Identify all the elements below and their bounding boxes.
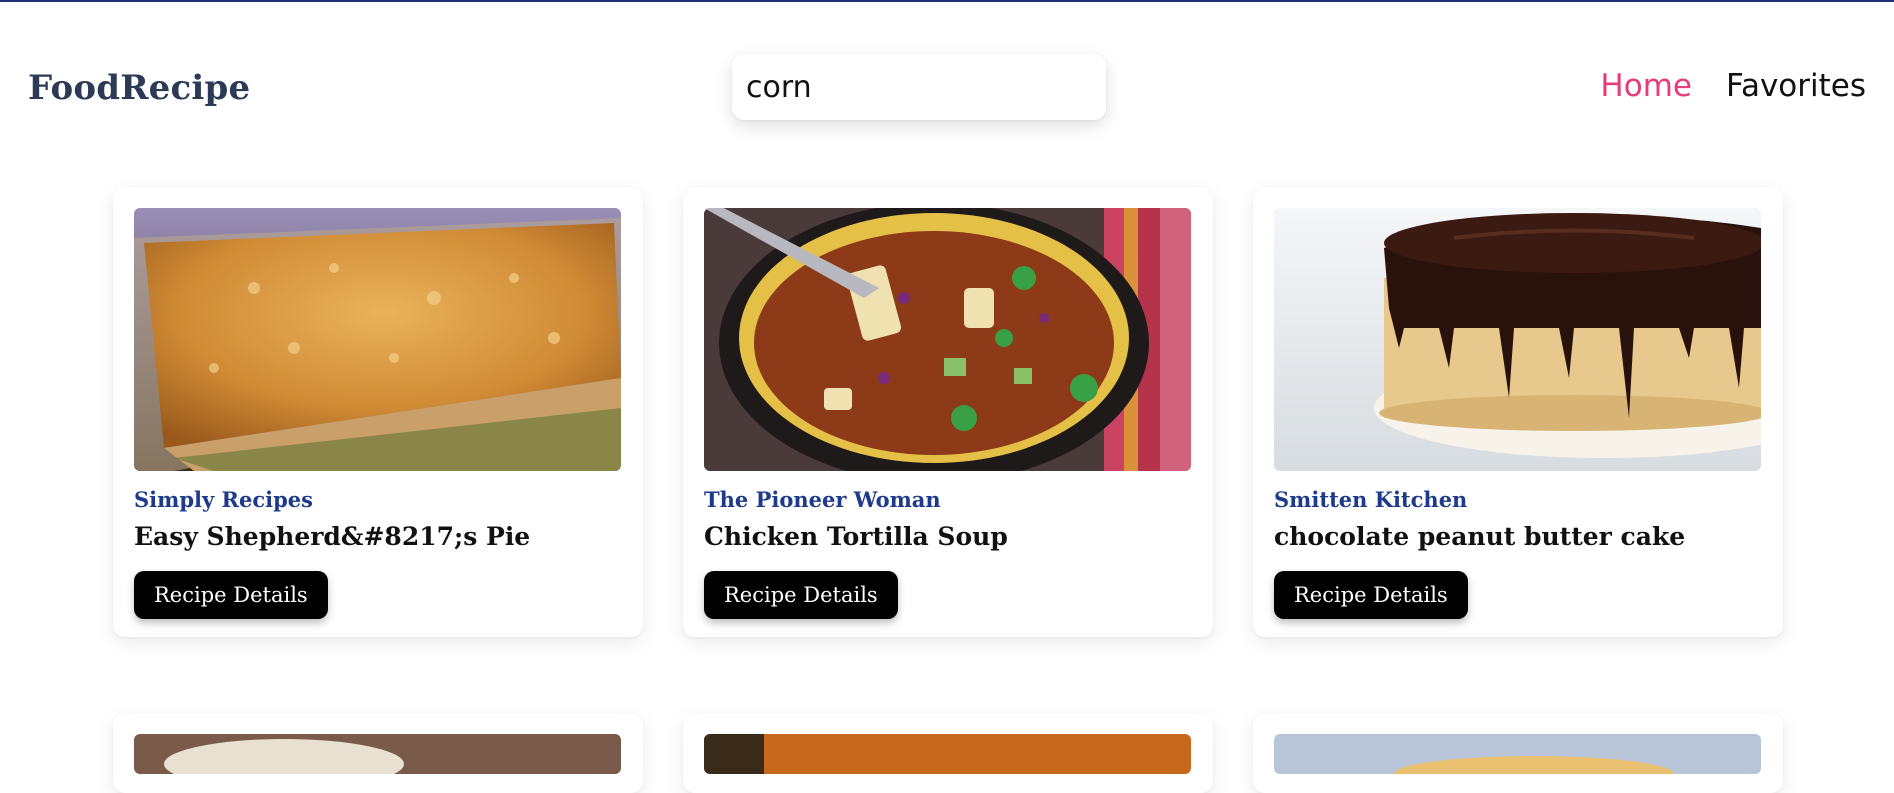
search-input[interactable] <box>732 54 1106 120</box>
recipe-grid: Simply Recipes Easy Shepherd&#8217;s Pie… <box>113 187 1783 793</box>
recipe-image <box>1274 208 1761 471</box>
recipe-details-button[interactable]: Recipe Details <box>134 571 328 619</box>
recipe-details-button[interactable]: Recipe Details <box>1274 571 1468 619</box>
recipe-publisher: Simply Recipes <box>134 487 313 512</box>
search-box[interactable] <box>732 54 1106 120</box>
recipe-card <box>1253 713 1783 793</box>
recipe-card: Simply Recipes Easy Shepherd&#8217;s Pie… <box>113 187 643 637</box>
recipe-publisher: The Pioneer Woman <box>704 487 941 512</box>
recipe-image-partial <box>1274 734 1761 774</box>
recipe-title: Easy Shepherd&#8217;s Pie <box>134 522 531 551</box>
nav-home-link[interactable]: Home <box>1600 68 1692 104</box>
recipe-card: The Pioneer Woman Chicken Tortilla Soup … <box>683 187 1213 637</box>
recipe-publisher: Smitten Kitchen <box>1274 487 1468 512</box>
recipe-image-partial <box>704 734 1191 774</box>
recipe-image <box>704 208 1191 471</box>
recipe-card <box>683 713 1213 793</box>
recipe-image <box>134 734 621 774</box>
recipe-card <box>113 713 643 793</box>
recipe-details-button[interactable]: Recipe Details <box>704 571 898 619</box>
logo[interactable]: FoodRecipe <box>28 68 250 108</box>
recipe-image <box>1274 734 1761 774</box>
recipe-image-partial <box>134 734 621 774</box>
navbar: FoodRecipe Home Favorites <box>0 2 1894 172</box>
shepherds-pie-image <box>134 208 621 471</box>
recipe-title: Chicken Tortilla Soup <box>704 522 1008 551</box>
recipe-image <box>134 208 621 471</box>
chocolate-cake-image <box>1274 208 1761 471</box>
tortilla-soup-image <box>704 208 1191 471</box>
recipe-image <box>704 734 1191 774</box>
nav-links: Home Favorites <box>1600 68 1866 104</box>
nav-favorites-link[interactable]: Favorites <box>1726 68 1866 104</box>
recipe-title: chocolate peanut butter cake <box>1274 522 1686 551</box>
recipe-card: Smitten Kitchen chocolate peanut butter … <box>1253 187 1783 637</box>
